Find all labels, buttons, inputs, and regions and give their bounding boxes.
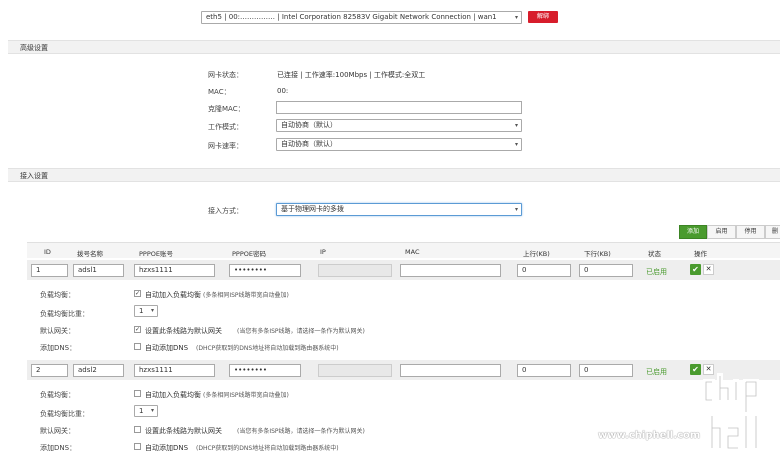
close-icon: ✕ [705,265,712,273]
chiphell-logo-icon [703,373,759,451]
access-method-label: 接入方式： [208,207,243,215]
mac-input[interactable] [400,264,501,277]
add-dns-text: 自动添加DNS [145,444,189,452]
ip-field [318,264,392,277]
interface-select-value: eth5 | 00:…………… | Intel Corporation 8258… [206,13,497,21]
enable-button[interactable]: 启用 [707,225,736,239]
chevron-down-icon: ▾ [514,14,518,21]
work-mode-label: 工作模式： [208,123,243,131]
load-weight-select[interactable]: 1 ▾ [134,305,158,317]
chevron-down-icon: ▾ [514,141,518,148]
load-weight-label: 负载均衡比重： [40,410,89,418]
check-icon: ✔ [692,265,699,274]
load-weight-value: 1 [139,307,144,315]
load-balance-label: 负载均衡： [40,391,75,399]
clone-mac-input[interactable] [276,101,522,114]
default-gateway-text: 设置此条线路为默认网关 [145,427,222,435]
mac-label: MAC： [208,88,231,96]
add-dns-checkbox[interactable] [134,343,141,350]
dial-name-input[interactable]: adsl1 [73,264,124,277]
access-method-value: 基于物理网卡的多拨 [281,205,344,213]
default-gateway-label: 默认网关： [40,427,75,435]
nic-status-value: 已连接 | 工作速率:100Mbps | 工作模式:全双工 [277,71,426,79]
load-balance-checkbox[interactable]: ✓ [134,290,141,297]
load-balance-note: (多条相同ISP线路带宽自动叠加) [203,292,289,299]
default-gateway-text: 设置此条线路为默认网关 [145,327,222,335]
add-dns-label: 添加DNS： [40,444,77,452]
up-input[interactable]: 0 [517,364,571,377]
delete-button[interactable]: 删 [765,225,780,239]
unbind-button[interactable]: 解绑 [528,11,558,23]
col-pppoe-password: PPPOE密码 [232,250,266,258]
load-balance-note: (多条相同ISP线路带宽自动叠加) [203,392,289,399]
load-balance-text: 自动加入负载均衡 [145,391,201,399]
dial-name-input[interactable]: adsl2 [73,364,124,377]
disable-button[interactable]: 停用 [736,225,765,239]
col-dial-name: 拨号名称 [77,250,103,258]
default-gateway-checkbox[interactable]: ✓ [134,326,141,333]
chevron-down-icon: ▾ [514,206,518,213]
clone-mac-label: 克隆MAC： [208,105,245,113]
add-dns-text: 自动添加DNS [145,344,189,352]
nic-speed-select[interactable]: 自动协商（默认） ▾ [276,138,522,151]
col-down: 下行(KB) [584,250,611,258]
col-id: ID [44,248,51,256]
default-gateway-note: (当您有多条ISP线路，请选择一条作为默认网关) [237,428,365,435]
interface-select[interactable]: eth5 | 00:…………… | Intel Corporation 8258… [201,11,522,24]
access-method-select[interactable]: 基于物理网卡的多拨 ▾ [276,203,522,216]
down-input[interactable]: 0 [579,364,633,377]
nic-status-label: 网卡状态： [208,71,243,79]
work-mode-select[interactable]: 自动协商（默认） ▾ [276,119,522,132]
col-up: 上行(KB) [523,250,550,258]
nic-speed-value: 自动协商（默认） [281,140,337,148]
status-badge: 已启用 [646,268,667,276]
add-button[interactable]: 添加 [679,225,707,239]
add-dns-note: (DHCP获取到的DNS地址将自动加载到路由器系统中) [196,445,339,452]
load-weight-label: 负载均衡比重： [40,310,89,318]
default-gateway-label: 默认网关： [40,327,75,335]
col-mac: MAC [405,248,420,256]
load-balance-label: 负载均衡： [40,291,75,299]
nic-speed-label: 网卡速率： [208,142,243,150]
col-ip: IP [320,248,326,256]
load-weight-select[interactable]: 1 ▾ [134,405,158,417]
chevron-down-icon: ▾ [514,122,518,129]
row-id-input[interactable]: 1 [31,264,68,277]
col-pppoe-account: PPPOE账号 [139,250,173,258]
access-section-title: 接入设置 [20,172,48,180]
chiphell-watermark-logo [672,372,772,462]
pppoe-account-input[interactable]: hzxs1111 [134,364,215,377]
default-gateway-checkbox[interactable] [134,426,141,433]
watermark-url: www.chiphell.com [598,430,701,441]
up-input[interactable]: 0 [517,264,571,277]
load-balance-checkbox[interactable] [134,390,141,397]
advanced-section-title: 高级设置 [20,44,48,52]
load-weight-value: 1 [139,407,144,415]
col-ops: 操作 [694,250,707,258]
add-dns-label: 添加DNS： [40,344,77,352]
default-gateway-note: (当您有多条ISP线路，请选择一条作为默认网关) [237,328,365,335]
add-dns-checkbox[interactable] [134,443,141,450]
page: eth5 | 00:…………… | Intel Corporation 8258… [0,0,780,466]
add-dns-note: (DHCP获取到的DNS地址将自动加载到路由器系统中) [196,345,339,352]
down-input[interactable]: 0 [579,264,633,277]
col-status: 状态 [648,250,661,258]
pppoe-password-input[interactable]: •••••••• [229,364,301,377]
load-balance-text: 自动加入负载均衡 [145,291,201,299]
delete-row-button[interactable]: ✕ [703,264,714,275]
pppoe-password-input[interactable]: •••••••• [229,264,301,277]
ip-field [318,364,392,377]
work-mode-value: 自动协商（默认） [281,121,337,129]
mac-value: 00: [277,87,289,95]
status-badge: 已启用 [646,368,667,376]
access-section-header: 接入设置 [8,168,780,182]
row-id-input[interactable]: 2 [31,364,68,377]
chevron-down-icon: ▾ [150,407,154,414]
save-row-button[interactable]: ✔ [690,264,701,275]
chevron-down-icon: ▾ [150,307,154,314]
pppoe-account-input[interactable]: hzxs1111 [134,264,215,277]
mac-input[interactable] [400,364,501,377]
advanced-section-header: 高级设置 [8,40,780,54]
